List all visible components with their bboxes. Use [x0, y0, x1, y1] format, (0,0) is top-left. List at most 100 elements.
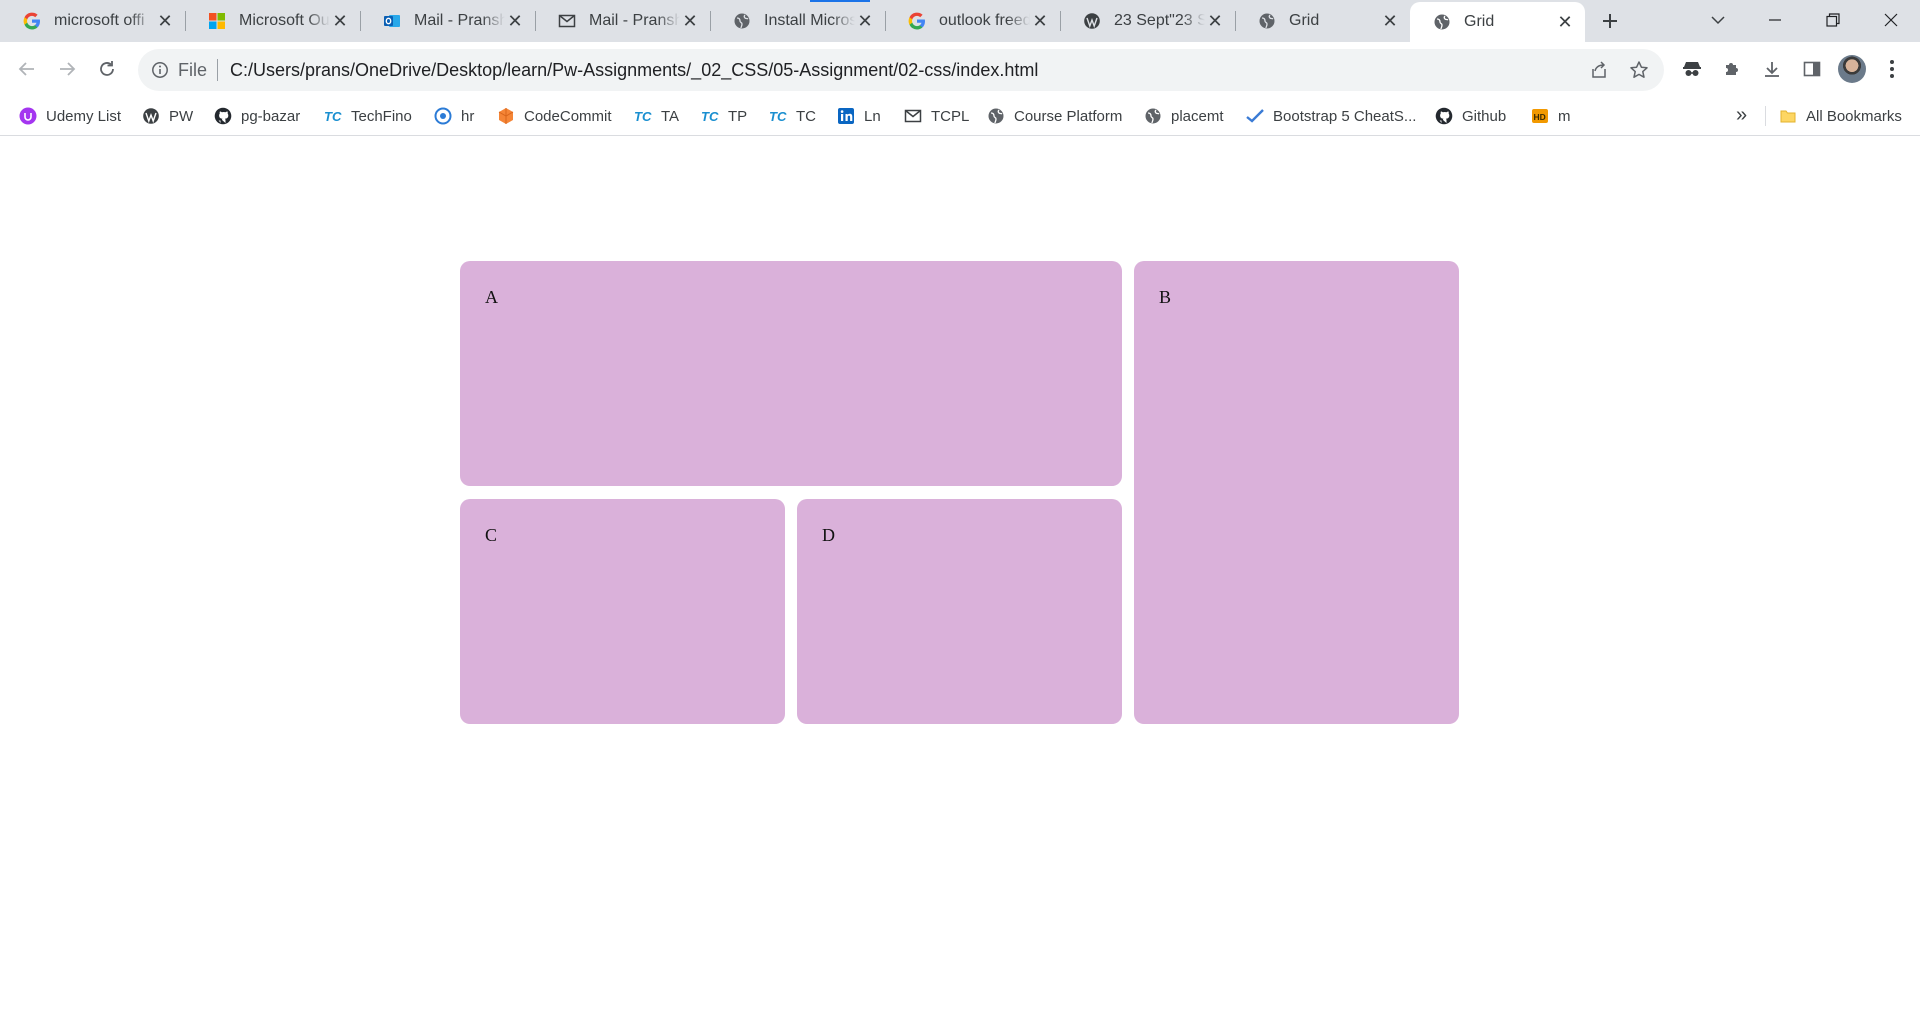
hr-icon	[433, 106, 453, 126]
svg-text:TC: TC	[324, 109, 342, 124]
tc-icon: TC	[700, 106, 720, 126]
bookmark-label: Course Platform	[1014, 107, 1123, 125]
bookmark-label: Bootstrap 5 CheatS...	[1273, 107, 1417, 125]
reload-button[interactable]	[91, 53, 123, 85]
tab-grid-active[interactable]: Grid ✕	[1410, 2, 1585, 42]
close-icon[interactable]: ✕	[680, 11, 700, 31]
bookmark-pg-bazar[interactable]: pg-bazar	[213, 96, 300, 136]
tab-mail-outlook[interactable]: Mail - Pransh ✕	[360, 0, 535, 42]
bookmark-label: Ln	[864, 107, 881, 125]
arrow-right-icon	[60, 62, 76, 76]
page-viewport: A B C D	[0, 137, 1920, 1027]
svg-text:TC: TC	[701, 109, 719, 124]
bookmark-label: m	[1558, 107, 1571, 125]
bookmark-techfino[interactable]: TC TechFino	[323, 96, 412, 136]
restore-icon	[1826, 13, 1840, 27]
browser-toolbar: File C:/Users/prans/OneDrive/Desktop/lea…	[0, 42, 1920, 96]
minimize-button[interactable]	[1752, 0, 1798, 40]
close-icon[interactable]: ✕	[505, 11, 525, 31]
more-bookmarks-button[interactable]: »	[1736, 104, 1747, 127]
bookmark-tc[interactable]: TC TC	[768, 96, 816, 136]
tab-title: Mail - Pransh	[414, 12, 505, 29]
close-window-button[interactable]	[1868, 0, 1914, 40]
close-icon[interactable]: ✕	[1555, 12, 1575, 32]
grid-item-a: A	[460, 261, 1122, 486]
bookmarks-bar: Udemy List PW pg-bazar TC TechFino hr Co…	[0, 96, 1920, 136]
google-icon	[22, 11, 42, 31]
bookmark-pw[interactable]: PW	[141, 96, 193, 136]
minimize-icon	[1769, 19, 1781, 21]
globe-icon	[1432, 12, 1452, 32]
bookmark-udemy-list[interactable]: Udemy List	[18, 96, 121, 136]
close-icon[interactable]: ✕	[330, 11, 350, 31]
bookmark-ta[interactable]: TC TA	[633, 96, 679, 136]
bookmark-label: Udemy List	[46, 107, 122, 125]
spy-extension-icon	[1683, 62, 1701, 76]
extension-button[interactable]	[1676, 53, 1708, 85]
tab-outlook-search[interactable]: outlook freed ✕	[885, 0, 1060, 42]
bookmark-bootstrap-cheatsheet[interactable]: Bootstrap 5 CheatS...	[1245, 96, 1416, 136]
bookmark-ln[interactable]: Ln	[836, 96, 881, 136]
forward-button[interactable]	[51, 53, 83, 85]
side-panel-button[interactable]	[1796, 53, 1828, 85]
reload-icon	[100, 61, 114, 76]
restore-button[interactable]	[1810, 0, 1856, 40]
bookmark-hr[interactable]: hr	[433, 96, 474, 136]
tab-title: Microsoft Out	[239, 12, 330, 29]
grid-container: A B C D	[460, 261, 1460, 724]
star-icon[interactable]	[1624, 55, 1654, 85]
bookmark-github[interactable]: Github	[1434, 96, 1506, 136]
tab-title: Grid	[1289, 12, 1320, 29]
bookmark-course-platform[interactable]: Course Platform	[986, 96, 1122, 136]
menu-button[interactable]	[1876, 53, 1908, 85]
tab-title: 23 Sept"23 St	[1114, 12, 1205, 29]
bookmark-label: pg-bazar	[241, 107, 301, 125]
back-button[interactable]	[11, 53, 43, 85]
all-bookmarks-button[interactable]: All Bookmarks	[1778, 96, 1902, 136]
extensions-button[interactable]	[1716, 53, 1748, 85]
bookmark-tcpl[interactable]: TCPL	[903, 96, 969, 136]
github-icon	[1434, 106, 1454, 126]
tab-wordpress[interactable]: 23 Sept"23 St ✕	[1060, 0, 1235, 42]
globe-icon	[986, 106, 1006, 126]
divider	[1765, 106, 1766, 126]
bookmark-label: TCPL	[931, 107, 970, 125]
mail-icon	[903, 106, 923, 126]
folder-icon	[1778, 106, 1798, 126]
globe-icon	[1143, 106, 1163, 126]
divider	[217, 59, 219, 81]
bookmark-tp[interactable]: TC TP	[700, 96, 747, 136]
close-icon[interactable]: ✕	[855, 11, 875, 31]
bookmark-m[interactable]: HD m	[1530, 96, 1571, 136]
tab-microsoft-outlook[interactable]: Microsoft Out ✕	[185, 0, 360, 42]
close-icon[interactable]: ✕	[1205, 11, 1225, 31]
close-icon[interactable]: ✕	[1380, 11, 1400, 31]
more-vertical-icon	[1890, 60, 1894, 78]
tab-title: Grid	[1464, 13, 1495, 30]
tab-search-button[interactable]	[1695, 0, 1741, 40]
wordpress-icon	[141, 106, 161, 126]
globe-icon	[1257, 11, 1277, 31]
microsoft-icon	[207, 11, 227, 31]
info-icon[interactable]	[150, 60, 170, 80]
profile-button[interactable]	[1836, 53, 1868, 85]
codecommit-icon	[496, 106, 516, 126]
new-tab-button[interactable]	[1597, 8, 1623, 34]
bookmark-label: hr	[461, 107, 475, 125]
bookmark-placemt[interactable]: placemt	[1143, 96, 1224, 136]
bookmark-label: Github	[1462, 107, 1507, 125]
close-icon[interactable]: ✕	[155, 11, 175, 31]
tab-grid[interactable]: Grid ✕	[1235, 0, 1410, 42]
tc-icon: TC	[633, 106, 653, 126]
downloads-button[interactable]	[1756, 53, 1788, 85]
outlook-icon	[382, 11, 402, 31]
tab-mail[interactable]: Mail - Pransh ✕	[535, 0, 710, 42]
tab-microsoft-office-search[interactable]: microsoft offi ✕	[0, 0, 185, 42]
address-bar[interactable]: File C:/Users/prans/OneDrive/Desktop/lea…	[138, 49, 1664, 91]
url-text[interactable]: C:/Users/prans/OneDrive/Desktop/learn/Pw…	[230, 60, 1038, 81]
close-icon[interactable]: ✕	[1030, 11, 1050, 31]
side-panel-icon	[1803, 61, 1821, 77]
bookmark-codecommit[interactable]: CodeCommit	[496, 96, 612, 136]
share-icon[interactable]	[1584, 55, 1614, 85]
tab-install-microsoft[interactable]: Install Micros ✕	[710, 0, 885, 42]
